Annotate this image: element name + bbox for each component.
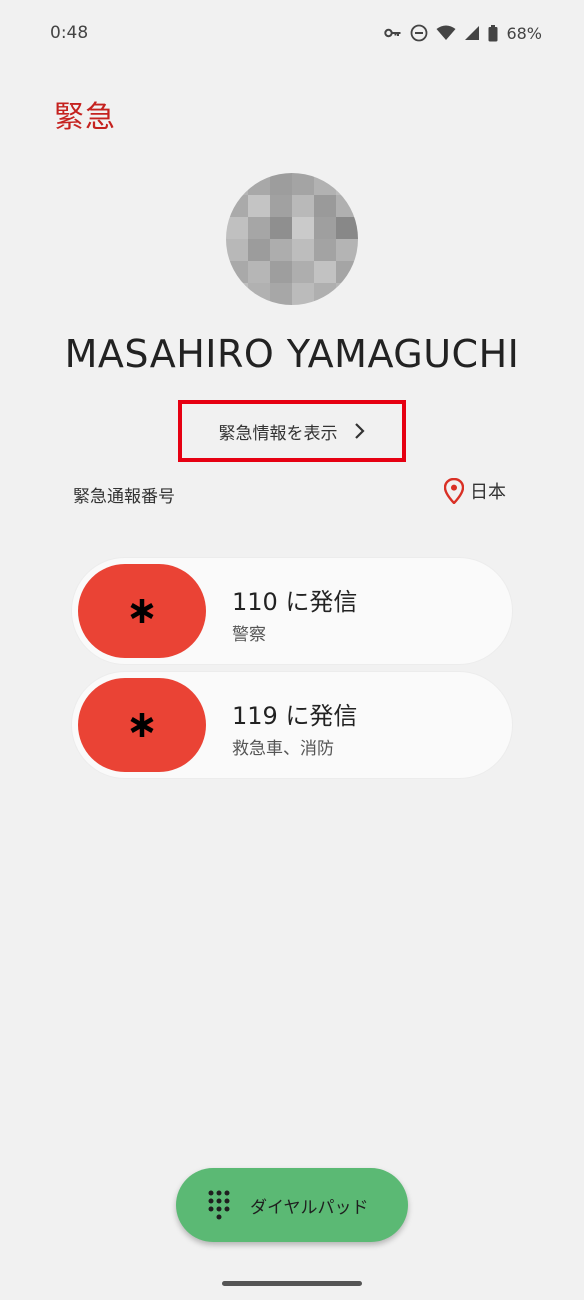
status-bar: 0:48 68% xyxy=(0,0,584,66)
location-indicator: 日本 xyxy=(444,478,506,504)
dialpad-label: ダイヤルパッド xyxy=(250,1197,369,1218)
call-110-pill xyxy=(78,564,206,658)
vpn-key-icon xyxy=(384,27,402,39)
asterisk-icon xyxy=(129,712,155,738)
call-119-button[interactable]: 119 に発信 救急車、消防 xyxy=(72,672,512,778)
do-not-disturb-icon xyxy=(410,24,428,42)
call-110-button[interactable]: 110 に発信 警察 xyxy=(72,558,512,664)
location-pin-icon xyxy=(444,478,464,504)
call-110-subtitle: 警察 xyxy=(232,625,266,645)
wifi-icon xyxy=(436,25,456,41)
status-icons: 68% xyxy=(384,24,542,43)
owner-name: MASAHIRO YAMAGUCHI xyxy=(64,332,520,376)
status-time: 0:48 xyxy=(50,23,89,43)
signal-icon xyxy=(464,25,480,41)
page-title: 緊急 xyxy=(54,100,116,135)
location-country: 日本 xyxy=(470,482,506,503)
emergency-numbers-label: 緊急通報番号 xyxy=(73,487,175,507)
dialpad-button[interactable]: ダイヤルパッド xyxy=(176,1168,408,1242)
battery-percent: 68% xyxy=(506,23,542,43)
show-emergency-info-button[interactable]: 緊急情報を表示 xyxy=(178,400,406,462)
emergency-screen: 0:48 68% 緊急 MASAHIRO YAMAGUCHI 緊急情報を表示 緊… xyxy=(0,0,584,1300)
call-119-title: 119 に発信 xyxy=(232,702,358,730)
battery-icon xyxy=(488,24,498,42)
show-emergency-info-label: 緊急情報を表示 xyxy=(218,423,338,444)
call-119-subtitle: 救急車、消防 xyxy=(232,739,334,759)
dialpad-icon xyxy=(208,1190,230,1220)
call-119-pill xyxy=(78,678,206,772)
asterisk-icon xyxy=(129,598,155,624)
call-110-title: 110 に発信 xyxy=(232,588,358,616)
avatar xyxy=(226,173,358,305)
home-indicator[interactable] xyxy=(222,1281,362,1286)
chevron-right-icon xyxy=(354,422,366,440)
